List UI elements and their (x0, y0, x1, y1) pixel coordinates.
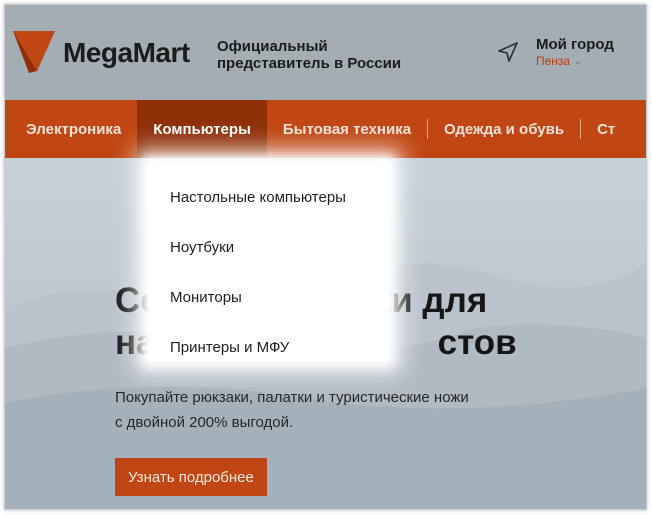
hero-description: Покупайте рюкзаки, палатки и туристическ… (115, 385, 469, 435)
tagline-line-1: Официальный (217, 38, 328, 55)
site-header: MegaMart Официальный представитель в Рос… (5, 5, 646, 100)
megamart-logo-icon[interactable] (11, 27, 57, 75)
chevron-down-icon[interactable]: ⌄ (574, 56, 582, 67)
tagline-line-2: представитель в России (217, 55, 402, 72)
nav-item-computers[interactable]: Компьютеры (137, 100, 267, 158)
hero-description-line-1: Покупайте рюкзаки, палатки и туристическ… (115, 389, 469, 406)
category-nav: Электроника Компьютеры Бытовая техника О… (5, 100, 646, 158)
dropdown-item-laptops[interactable]: Ноутбуки (148, 222, 389, 272)
learn-more-button[interactable]: Узнать подробнее (115, 458, 267, 496)
hero-description-line-2: с двойной 200% выгодой. (115, 414, 294, 431)
navigation-arrow-icon[interactable] (497, 41, 519, 63)
browser-viewport: MegaMart Официальный представитель в Рос… (4, 4, 647, 510)
nav-item-clothing-shoes[interactable]: Одежда и обувь (428, 100, 580, 158)
dropdown-item-monitors[interactable]: Мониторы (148, 272, 389, 322)
computers-dropdown-menu: Настольные компьютеры Ноутбуки Мониторы … (148, 162, 389, 361)
brand-tagline: Официальный представитель в России (217, 38, 401, 72)
nav-item-home-appliances[interactable]: Бытовая техника (267, 100, 427, 158)
dropdown-item-desktops[interactable]: Настольные компьютеры (148, 172, 389, 222)
nav-item-electronics[interactable]: Электроника (5, 100, 137, 158)
selected-city[interactable]: Пенза (536, 54, 570, 68)
brand-name[interactable]: MegaMart (63, 37, 190, 69)
city-selector[interactable]: Пенза ⌄ (536, 54, 582, 68)
city-title: Мой город (536, 36, 614, 53)
dropdown-item-printers[interactable]: Принтеры и МФУ (148, 322, 389, 372)
nav-item-truncated[interactable]: Ст (581, 100, 631, 158)
